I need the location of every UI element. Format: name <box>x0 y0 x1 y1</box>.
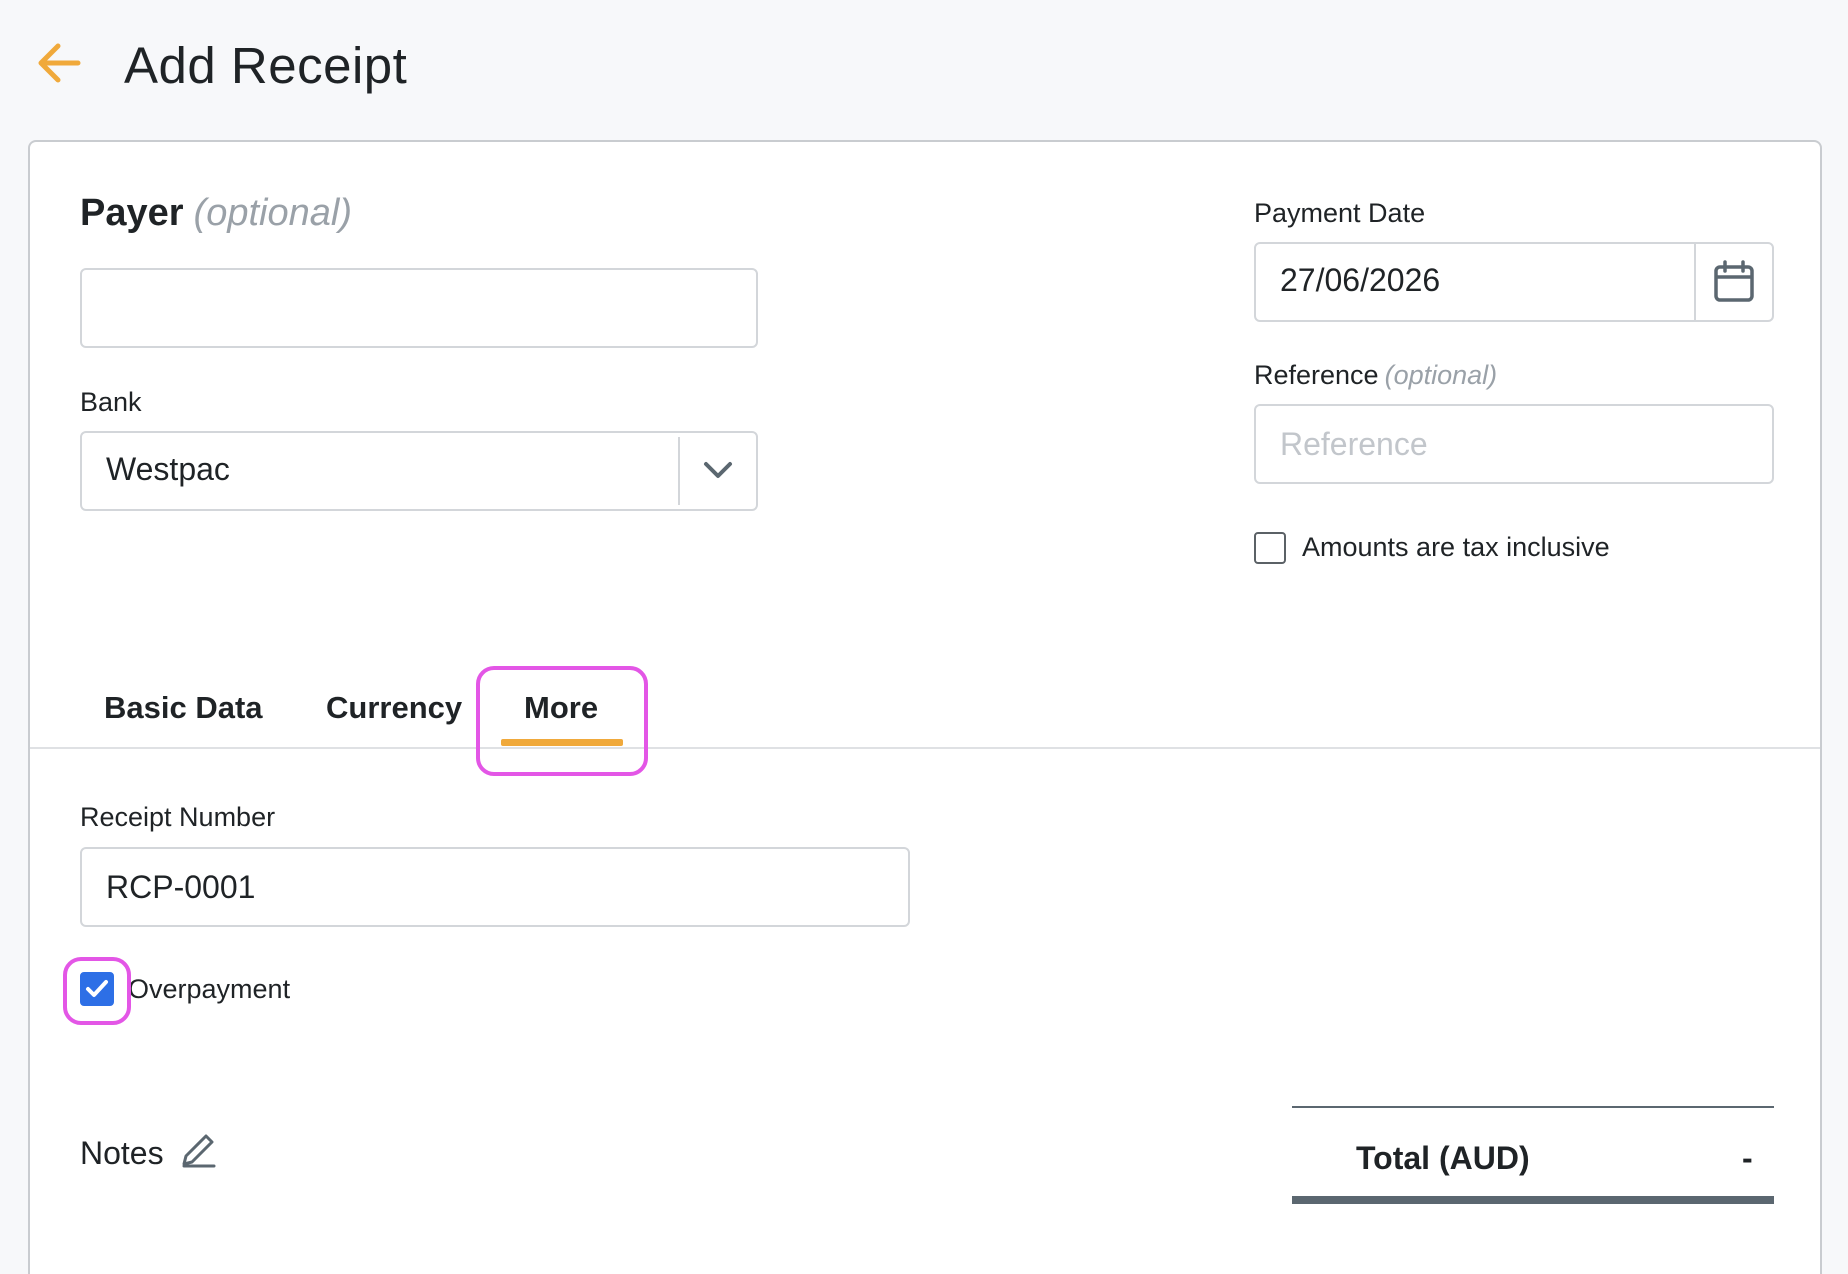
reference-optional-label: (optional) <box>1384 360 1498 390</box>
total-label: Total (AUD) <box>1356 1140 1530 1176</box>
reference-label-text: Reference <box>1254 360 1379 390</box>
pencil-icon <box>182 1134 216 1168</box>
select-divider <box>678 437 680 505</box>
bank-selected-value: Westpac <box>106 451 230 487</box>
tabs-divider <box>30 747 1820 749</box>
back-button[interactable] <box>34 38 84 88</box>
active-tab-indicator <box>501 739 623 746</box>
payment-date-label: Payment Date <box>1254 198 1426 228</box>
bank-select[interactable]: Westpac <box>80 431 758 511</box>
tab-basic-data[interactable]: Basic Data <box>104 690 263 726</box>
total-value: - <box>1742 1140 1753 1176</box>
tax-inclusive-checkbox[interactable] <box>1254 532 1286 564</box>
receipt-form-card: Payer (optional) Bank Westpac Payment Dat… <box>28 140 1822 1274</box>
receipt-number-input[interactable] <box>80 847 910 927</box>
payer-heading: Payer (optional) <box>80 192 352 235</box>
payment-date-value: 27/06/2026 <box>1280 262 1441 298</box>
chevron-down-icon <box>704 462 732 478</box>
payer-label: Payer <box>80 192 184 234</box>
reference-input[interactable] <box>1254 404 1774 484</box>
payer-optional-label: (optional) <box>193 192 352 234</box>
notes-edit-button[interactable] <box>176 1128 220 1172</box>
overpayment-checkbox[interactable] <box>80 972 114 1006</box>
reference-label: Reference (optional) <box>1254 360 1497 391</box>
notes-label: Notes <box>80 1135 164 1171</box>
tab-more[interactable]: More <box>524 690 598 726</box>
bank-label: Bank <box>80 387 142 417</box>
total-bottom-rule <box>1292 1196 1774 1204</box>
overpayment-label: Overpayment <box>128 974 291 1004</box>
checkmark-icon <box>86 980 108 997</box>
page-header: Add Receipt <box>0 0 1848 140</box>
arrow-left-icon <box>38 43 81 83</box>
total-top-rule <box>1292 1106 1774 1108</box>
tax-inclusive-label: Amounts are tax inclusive <box>1302 532 1610 562</box>
calendar-icon[interactable] <box>1710 258 1758 306</box>
page-title: Add Receipt <box>124 37 408 94</box>
tab-currency[interactable]: Currency <box>326 690 462 726</box>
date-divider <box>1694 244 1696 320</box>
payment-date-field[interactable]: 27/06/2026 <box>1254 242 1774 322</box>
receipt-number-label: Receipt Number <box>80 802 276 832</box>
payer-input[interactable] <box>80 268 758 348</box>
